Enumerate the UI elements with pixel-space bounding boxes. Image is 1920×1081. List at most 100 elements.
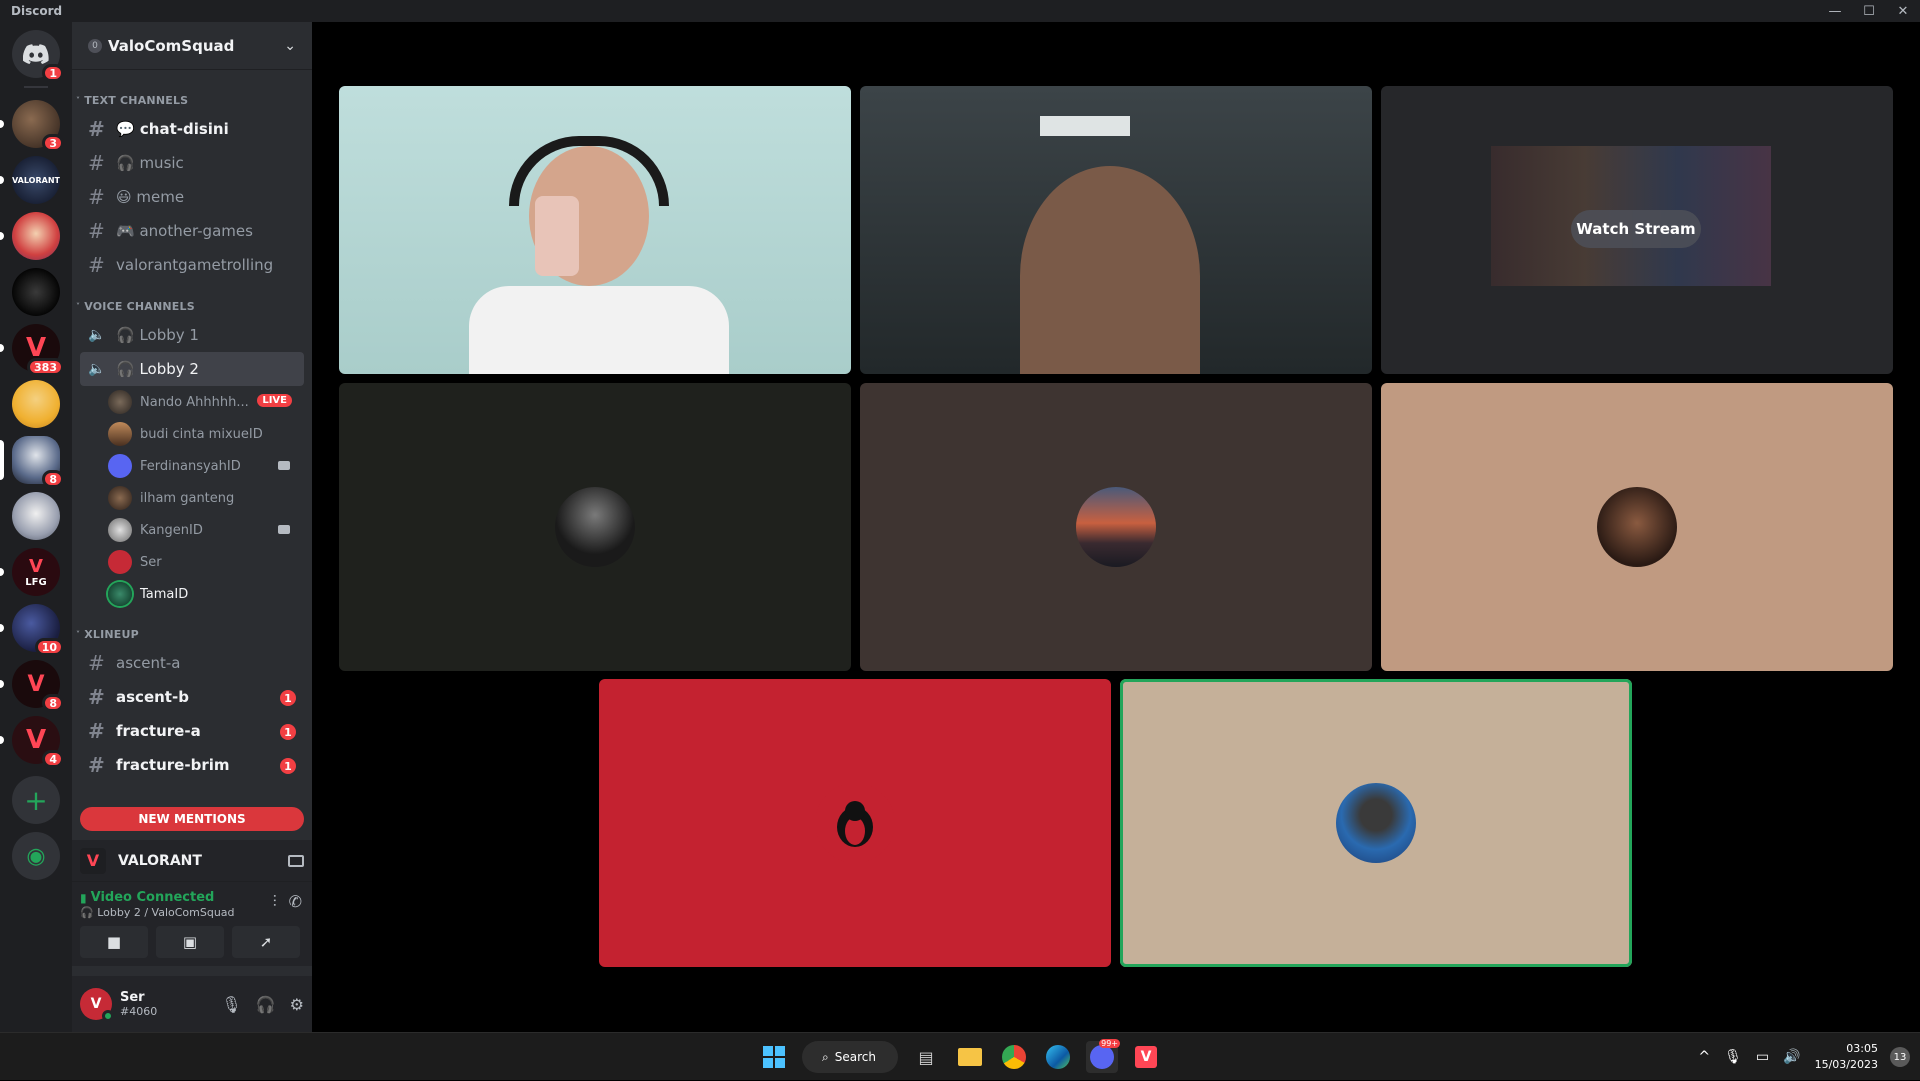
voice-user[interactable]: ilham ganteng [108,482,298,514]
minimize-icon[interactable]: — [1818,0,1852,22]
user-tag: #4060 [120,1005,158,1018]
avatar [1336,783,1416,863]
video-tile[interactable] [860,86,1372,374]
channel-another-games[interactable]: # 🎮 another-games [80,214,304,248]
windows-taskbar: ⌕ Search ▤ 99+ V ^ 🎙 ▭ 🔊 03:05 15/03/2023… [0,1032,1920,1080]
hash-icon: # [88,219,105,243]
stream-tile[interactable]: Watch Stream [1381,86,1893,374]
disconnect-icon[interactable]: ✆ [289,892,302,912]
category-voice-channels[interactable]: ˅ VOICE CHANNELS [72,294,312,318]
camera-button[interactable]: ■ [80,926,148,958]
voice-user[interactable]: Nando Ahhhhh... LIVE [108,386,298,418]
hash-icon: # [88,719,105,743]
live-badge: LIVE [257,394,292,407]
server-icon[interactable] [12,492,60,540]
close-icon[interactable]: ✕ [1886,0,1920,22]
channel-ascent-a[interactable]: # ascent-a [80,646,304,680]
microphone-icon[interactable]: 🎙 [221,995,241,1014]
channel-valorantgametrolling[interactable]: # valorantgametrolling [80,248,304,282]
start-button[interactable] [758,1041,790,1073]
channel-music[interactable]: # 🎧 music [80,146,304,180]
participant-tile[interactable] [860,383,1372,671]
task-view-icon[interactable]: ▤ [910,1041,942,1073]
participant-tile-speaking[interactable] [1120,679,1632,967]
clock[interactable]: 03:05 15/03/2023 [1815,1041,1878,1073]
microphone-icon[interactable]: 🎙 [1724,1049,1742,1065]
noise-suppression-icon[interactable]: ⫶ [273,892,277,912]
channel-fracture-brim[interactable]: # fracture-brim 1 [80,748,304,782]
server-rail: 1 3 VALORANT V 383 8 V LFG 10 V8 V4 + ◉ [0,22,72,1032]
avatar [1597,487,1677,567]
avatar [108,422,132,446]
screen-share-icon[interactable] [288,854,304,867]
watch-stream-button[interactable]: Watch Stream [1571,210,1701,248]
volume-icon[interactable]: 🔊 [1783,1049,1800,1065]
system-tray: ^ 🎙 ▭ 🔊 03:05 15/03/2023 13 [1698,1033,1920,1081]
server-icon[interactable]: 10 [0,604,64,656]
hash-icon: # [88,753,105,777]
headphones-icon[interactable]: 🎧 [256,995,276,1014]
server-icon[interactable]: V4 [0,716,64,768]
participant-tile[interactable] [339,383,851,671]
guild-name: ValoComSquad [108,36,235,55]
server-icon[interactable]: V LFG [0,548,60,596]
add-server-button[interactable]: + [12,776,60,824]
hash-icon: # [88,685,105,709]
server-icon[interactable] [0,212,60,260]
gear-icon[interactable]: ⚙ [290,995,304,1014]
server-icon[interactable]: V8 [0,660,64,712]
share-screen-button[interactable]: ▣ [156,926,224,958]
server-badge: 383 [27,358,64,376]
chevron-down-icon[interactable]: ⌄ [284,38,296,54]
server-icon[interactable]: 3 [0,100,64,152]
window-controls: — ☐ ✕ [1818,0,1920,22]
voice-user[interactable]: KangenID [108,514,298,546]
hash-icon: # [88,117,105,141]
guild-header[interactable]: 0 ValoComSquad ⌄ [72,22,312,70]
valorant-taskbar-icon[interactable]: V [1130,1041,1162,1073]
home-button[interactable]: 1 [12,30,64,82]
video-tile[interactable] [339,86,851,374]
participant-tile[interactable] [1381,383,1893,671]
channel-chat-disini[interactable]: # 💬 chat-disini [80,112,304,146]
activity-bar: V VALORANT [72,840,312,882]
voice-channel-lobby-1[interactable]: 🔈 🎧 Lobby 1 [80,318,304,352]
server-icon[interactable] [12,380,60,428]
server-icon[interactable] [12,268,60,316]
signal-icon: ▮ [80,890,87,905]
server-icon-selected[interactable]: 8 [0,436,64,488]
voice-status[interactable]: Video Connected [91,890,215,905]
server-icon[interactable]: V 383 [0,324,64,376]
camera-icon: ■ [106,933,122,951]
file-explorer-icon[interactable] [954,1041,986,1073]
title-bar: Discord — ☐ ✕ [0,0,1920,22]
voice-user[interactable]: budi cinta mixueID [108,418,298,450]
avatar [815,783,895,863]
server-icon[interactable]: VALORANT [0,156,60,204]
avatar[interactable]: V [80,988,114,1022]
voice-user[interactable]: FerdinansyahID [108,450,298,482]
voice-user[interactable]: Ser [108,546,298,578]
explore-button[interactable]: ◉ [12,832,60,880]
taskbar-search[interactable]: ⌕ Search [802,1041,898,1073]
category-text-channels[interactable]: ˅ TEXT CHANNELS [72,88,312,112]
edge-icon[interactable] [1042,1041,1074,1073]
chrome-icon[interactable] [998,1041,1030,1073]
discord-taskbar-icon[interactable]: 99+ [1086,1039,1120,1073]
avatar [108,390,132,414]
mention-badge: 1 [280,690,296,706]
activity-button[interactable]: ➚ [232,926,300,958]
new-mentions-button[interactable]: NEW MENTIONS [80,807,304,831]
channel-meme[interactable]: # 😃 meme [80,180,304,214]
chevron-up-icon[interactable]: ^ [1698,1049,1710,1065]
category-xlineup[interactable]: ˅ XLINEUP [72,622,312,646]
voice-location[interactable]: 🎧 Lobby 2 / ValoComSquad [80,906,304,919]
voice-channel-lobby-2[interactable]: 🔈 🎧 Lobby 2 [80,352,304,386]
network-icon[interactable]: ▭ [1756,1049,1769,1065]
channel-fracture-a[interactable]: # fracture-a 1 [80,714,304,748]
maximize-icon[interactable]: ☐ [1852,0,1886,22]
channel-ascent-b[interactable]: # ascent-b 1 [80,680,304,714]
voice-user[interactable]: TamaID [108,578,298,610]
participant-tile[interactable] [599,679,1111,967]
notification-badge[interactable]: 13 [1890,1047,1910,1067]
